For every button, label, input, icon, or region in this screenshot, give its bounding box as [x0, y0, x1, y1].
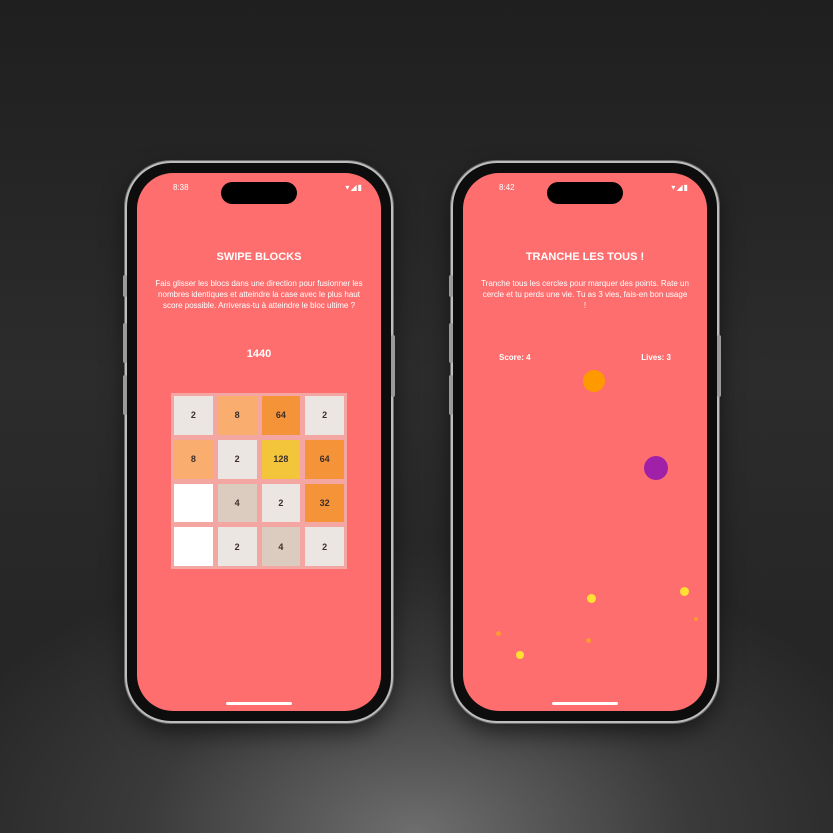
dynamic-island: [547, 182, 623, 204]
status-icons: ▾◢▮: [345, 183, 363, 192]
game-board[interactable]: 2 8 64 2 8 2 128 64 4 2 32 2 4 2: [171, 393, 347, 569]
status-time: 8:42: [499, 183, 515, 192]
volume-up-button: [449, 323, 453, 363]
grid-tile: 64: [261, 396, 301, 435]
target-circle-purple[interactable]: [644, 456, 668, 480]
status-icons: ▾◢▮: [671, 183, 689, 192]
volume-up-button: [123, 323, 127, 363]
fragment-dot: [516, 651, 524, 659]
phone-swipe-blocks: 8:38 ▾◢▮ SWIPE BLOCKS Fais glisser les b…: [123, 163, 395, 721]
status-time: 8:38: [173, 183, 189, 192]
grid-tile: 2: [217, 439, 257, 479]
grid-tile: [174, 483, 213, 523]
grid-tile: 32: [305, 483, 344, 523]
home-indicator[interactable]: [226, 702, 292, 705]
grid-tile: 8: [174, 439, 213, 479]
grid-tile: 4: [217, 483, 257, 523]
fragment-dot: [680, 587, 689, 596]
game-title: TRANCHE LES TOUS !: [525, 251, 645, 263]
mute-switch: [449, 275, 453, 297]
dynamic-island: [221, 182, 297, 204]
lives-label: Lives: 3: [641, 353, 671, 362]
fragment-dot: [587, 594, 596, 603]
game-title: SWIPE BLOCKS: [216, 251, 302, 263]
grid-tile: 2: [174, 396, 213, 435]
grid-tile: 2: [217, 527, 257, 566]
grid-tile: 64: [305, 439, 344, 479]
volume-down-button: [449, 375, 453, 415]
spark-dot: [694, 617, 698, 621]
score-label: Score: 4: [499, 353, 531, 362]
grid-tile: 2: [305, 396, 344, 435]
power-button: [717, 335, 721, 397]
grid-tile: 2: [261, 483, 301, 523]
grid-tile: 8: [217, 396, 257, 435]
grid-tile: [174, 527, 213, 566]
grid-tile: 128: [261, 439, 301, 479]
target-circle-orange[interactable]: [583, 370, 605, 392]
grid-tile: 2: [305, 527, 344, 566]
score-value: 1440: [246, 348, 272, 360]
game-description: Tranche tous les cercles pour marquer de…: [481, 279, 689, 310]
power-button: [391, 335, 395, 397]
spark-dot: [496, 631, 501, 636]
volume-down-button: [123, 375, 127, 415]
home-indicator[interactable]: [552, 702, 618, 705]
screen: 8:38 ▾◢▮ SWIPE BLOCKS Fais glisser les b…: [137, 173, 381, 711]
game-description: Fais glisser les blocs dans une directio…: [155, 279, 363, 310]
mute-switch: [123, 275, 127, 297]
screen[interactable]: 8:42 ▾◢▮ TRANCHE LES TOUS ! Tranche tous…: [463, 173, 707, 711]
phone-tranche-les-tous: 8:42 ▾◢▮ TRANCHE LES TOUS ! Tranche tous…: [449, 163, 721, 721]
spark-dot: [586, 638, 591, 643]
grid-tile: 4: [261, 527, 301, 566]
